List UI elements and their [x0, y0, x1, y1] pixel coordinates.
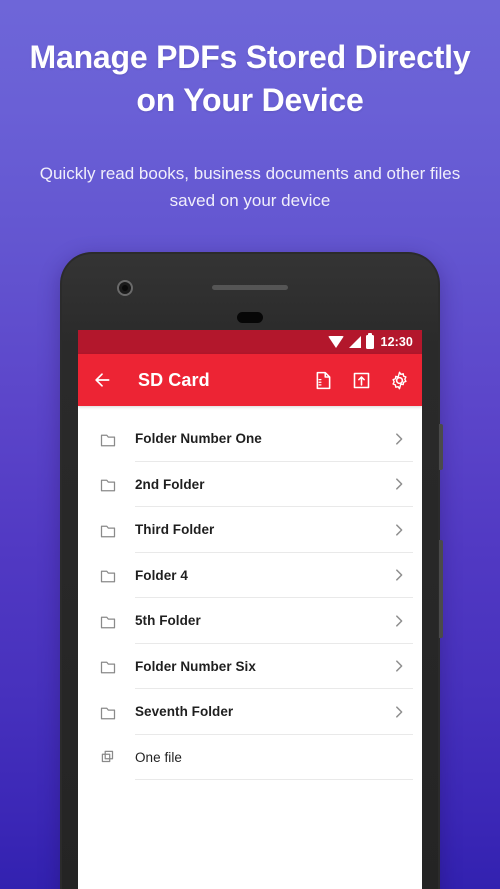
chevron-right-icon[interactable]: [392, 432, 406, 446]
folder-icon: [100, 707, 116, 720]
list-item[interactable]: 5th Folder: [78, 598, 422, 644]
list-item[interactable]: Seventh Folder: [78, 689, 422, 735]
file-icon: [101, 751, 114, 763]
chevron-right-icon[interactable]: [392, 523, 406, 537]
list-item-body: Folder Number Six: [135, 644, 413, 690]
page-subtitle: Quickly read books, business documents a…: [39, 164, 461, 210]
list-item-body: Third Folder: [135, 507, 413, 553]
list-item-label: One file: [135, 749, 182, 765]
app-bar: SD Card: [78, 354, 422, 406]
proximity-sensor-icon: [237, 312, 263, 323]
list-item[interactable]: 2nd Folder: [78, 462, 422, 508]
folder-icon: [100, 616, 116, 629]
list-item-body: 5th Folder: [135, 598, 413, 644]
folder-icon: [100, 434, 116, 447]
app-bar-actions: [313, 370, 410, 391]
app-bar-title: SD Card: [138, 369, 210, 390]
status-bar: 12:30: [78, 330, 422, 354]
volume-button[interactable]: [439, 540, 443, 638]
list-item-label: Folder Number One: [135, 431, 262, 447]
promo-poster: Manage PDFs Stored Directly on Your Devi…: [0, 0, 500, 889]
list-item-label: 5th Folder: [135, 613, 201, 629]
list-item-label: Seventh Folder: [135, 704, 234, 720]
list-item-label: 2nd Folder: [135, 476, 205, 492]
sd-card-icon[interactable]: [313, 370, 334, 391]
list-item-label: Third Folder: [135, 522, 215, 538]
list-item-body: Folder 4: [135, 553, 413, 599]
folder-icon: [100, 661, 116, 674]
folder-icon: [100, 525, 116, 538]
chevron-right-icon[interactable]: [392, 568, 406, 582]
signal-icon: [348, 336, 361, 348]
folder-icon: [100, 570, 116, 583]
settings-gear-icon[interactable]: [389, 370, 410, 391]
list-item[interactable]: Folder Number Six: [78, 644, 422, 690]
status-bar-clock: 12:30: [380, 335, 413, 349]
list-item[interactable]: One file: [78, 735, 422, 781]
back-arrow-icon[interactable]: [92, 370, 112, 390]
list-item-label: Folder 4: [135, 567, 188, 583]
battery-icon: [365, 332, 374, 349]
chevron-right-icon[interactable]: [392, 705, 406, 719]
list-item-body: Seventh Folder: [135, 689, 413, 735]
list-item[interactable]: Third Folder: [78, 507, 422, 553]
list-item[interactable]: Folder Number One: [78, 416, 422, 462]
phone-mockup: 12:30 SD Card Folder Number One 2nd Fold…: [60, 252, 443, 889]
wifi-icon: [327, 336, 344, 348]
export-icon[interactable]: [351, 370, 372, 391]
list-item-label: Folder Number Six: [135, 658, 256, 674]
chevron-right-icon[interactable]: [392, 477, 406, 491]
earpiece-speaker-icon: [212, 285, 288, 290]
file-list: Folder Number One 2nd Folder Third Folder F…: [78, 406, 422, 780]
power-button[interactable]: [439, 424, 443, 470]
list-item-body: Folder Number One: [135, 416, 413, 462]
phone-screen: 12:30 SD Card Folder Number One 2nd Fold…: [78, 330, 422, 889]
list-item-body: One file: [135, 735, 413, 781]
chevron-right-icon[interactable]: [392, 659, 406, 673]
front-camera-icon: [117, 280, 133, 296]
list-item[interactable]: Folder 4: [78, 553, 422, 599]
chevron-right-icon[interactable]: [392, 614, 406, 628]
folder-icon: [100, 479, 116, 492]
list-item-body: 2nd Folder: [135, 462, 413, 508]
page-title: Manage PDFs Stored Directly on Your Devi…: [29, 39, 471, 118]
